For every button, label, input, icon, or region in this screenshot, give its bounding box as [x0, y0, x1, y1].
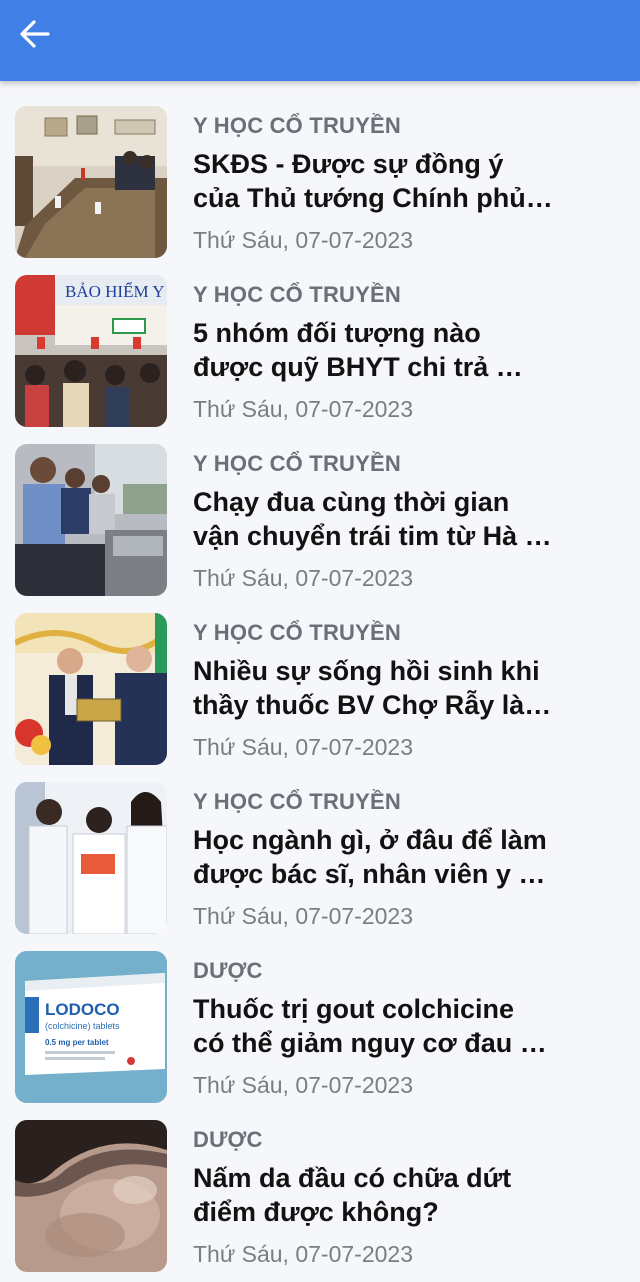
article-item[interactable]: DƯỢC Nấm da đầu có chữa dứt điểm được kh… — [0, 1095, 640, 1272]
article-item[interactable]: Y HỌC CỔ TRUYỀN Chạy đua cùng thời gian … — [0, 419, 640, 596]
article-thumbnail — [15, 1120, 167, 1272]
article-thumbnail: BẢO HIỂM Y — [15, 275, 167, 427]
article-title[interactable]: Nhiều sự sống hồi sinh khi thầy thuốc BV… — [193, 654, 553, 722]
article-title[interactable]: Chạy đua cùng thời gian vận chuyển trái … — [193, 485, 553, 553]
article-title[interactable]: 5 nhóm đối tượng nào được quỹ BHYT chi t… — [193, 316, 553, 384]
article-item[interactable]: Y HỌC CỔ TRUYỀN SKĐS - Được sự đồng ý củ… — [0, 81, 640, 258]
article-title[interactable]: Học ngành gì, ở đâu để làm được bác sĩ, … — [193, 823, 553, 891]
thumbnail-dose: 0.5 mg per tablet — [45, 1038, 109, 1047]
article-title[interactable]: Nấm da đầu có chữa dứt điểm được không? — [193, 1161, 553, 1229]
thumbnail-generic-name: (colchicine) tablets — [45, 1021, 120, 1031]
article-thumbnail — [15, 444, 167, 596]
article-thumbnail — [15, 106, 167, 258]
article-title[interactable]: Thuốc trị gout colchicine có thể giảm ng… — [193, 992, 553, 1060]
article-thumbnail: LODOCO (colchicine) tablets 0.5 mg per t… — [15, 951, 167, 1103]
article-item[interactable]: LODOCO (colchicine) tablets 0.5 mg per t… — [0, 926, 640, 1103]
article-category: DƯỢC — [193, 1127, 263, 1152]
thumbnail-brand: LODOCO — [45, 1000, 120, 1019]
article-category: Y HỌC CỔ TRUYỀN — [193, 282, 401, 307]
thumbnail-caption: BẢO HIỂM Y — [65, 282, 164, 301]
article-category: Y HỌC CỔ TRUYỀN — [193, 789, 401, 814]
back-button[interactable] — [12, 13, 58, 59]
article-item[interactable]: BẢO HIỂM Y Y HỌC CỔ TRUYỀN 5 nhóm đối tư… — [0, 250, 640, 427]
article-thumbnail — [15, 782, 167, 934]
article-category: DƯỢC — [193, 958, 263, 983]
article-title[interactable]: SKĐS - Được sự đồng ý của Thủ tướng Chín… — [193, 147, 553, 215]
article-category: Y HỌC CỔ TRUYỀN — [193, 620, 401, 645]
article-date: Thứ Sáu, 07-07-2023 — [193, 1241, 413, 1267]
article-item[interactable]: Y HỌC CỔ TRUYỀN Học ngành gì, ở đâu để l… — [0, 757, 640, 934]
app-bar — [0, 0, 640, 81]
article-category: Y HỌC CỔ TRUYỀN — [193, 451, 401, 476]
arrow-left-icon — [17, 16, 53, 57]
article-category: Y HỌC CỔ TRUYỀN — [193, 113, 401, 138]
article-thumbnail — [15, 613, 167, 765]
article-item[interactable]: Y HỌC CỔ TRUYỀN Nhiều sự sống hồi sinh k… — [0, 588, 640, 765]
